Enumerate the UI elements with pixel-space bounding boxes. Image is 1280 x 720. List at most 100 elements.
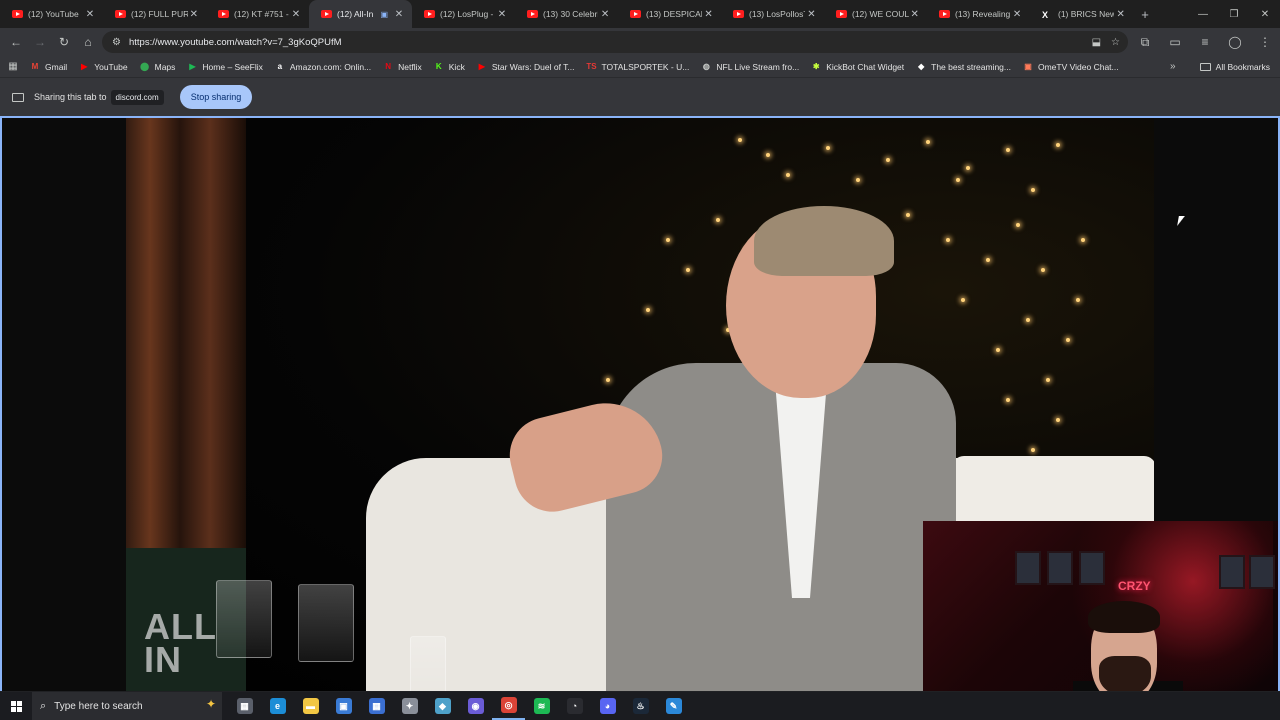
taskbar-app[interactable]: ◔ [558,692,591,720]
taskbar-app[interactable]: ✎ [657,692,690,720]
tab-losplug[interactable]: (12) LosPlug - ✕ [412,0,515,28]
bookmark-item[interactable]: N Netflix [383,62,422,72]
mouse-cursor-icon [1177,216,1185,226]
close-tab-icon[interactable]: ✕ [83,9,97,20]
address-bar[interactable]: ⚙ https://www.youtube.com/watch?v=7_3gKo… [102,31,1128,53]
close-tab-icon[interactable]: ✕ [188,9,200,20]
apps-grid-icon[interactable]: ▦ [0,61,26,72]
tab-despicab[interactable]: (13) DESPICAB ✕ [618,0,721,28]
all-in-logo: ALL IN [144,606,217,680]
maps-icon: ⬤ [140,62,150,71]
taskbar-app[interactable]: ◎ [492,692,525,720]
tab-all-in[interactable]: (12) All-In ▣ ✕ [309,0,412,28]
bookmark-item[interactable]: ▣ OmeTV Video Chat... [1023,62,1118,72]
youtube-icon [12,10,23,18]
bookmark-item[interactable]: ✱ KickBot Chat Widget [811,62,904,72]
close-tab-icon[interactable]: ✕ [805,9,818,20]
home-icon[interactable]: ⌂ [76,30,100,54]
webcam-overlay: CRZY [923,521,1278,691]
tab-brics-news[interactable]: X (1) BRICS News ✕ [1030,0,1133,28]
minimize-button[interactable]: — [1187,0,1219,28]
close-tab-icon[interactable]: ✕ [702,9,715,20]
bookmark-item[interactable]: ◍ NFL Live Stream fro... [701,62,799,72]
bookmark-item[interactable]: ⬤ Maps [140,62,175,72]
taskbar-app[interactable]: ▣ [327,692,360,720]
reload-icon[interactable]: ↻ [52,30,76,54]
tab-kt-751[interactable]: (12) KT #751 - ✕ [206,0,309,28]
restore-button[interactable]: ❐ [1218,0,1250,28]
stop-sharing-button[interactable]: Stop sharing [180,85,252,109]
taskbar-app[interactable]: ▦ [360,692,393,720]
bookmark-item[interactable]: ▶ Star Wars: Duel of T... [477,62,575,72]
browser-toolbar: ← → ↻ ⌂ ⚙ https://www.youtube.com/watch?… [0,28,1280,56]
bookmark-label: Netflix [398,61,422,72]
bookmark-item[interactable]: ◆ The best streaming... [916,62,1011,72]
all-bookmarks-button[interactable]: All Bookmarks [1199,62,1270,72]
bookmark-item[interactable]: K Kick [434,62,465,72]
tab-lospollost[interactable]: (13) LosPollosT ✕ [721,0,824,28]
light-bulb [1076,298,1080,302]
tab-youtube[interactable]: (12) YouTube ✕ [0,0,103,28]
bookmark-item[interactable]: TS TOTALSPORTEK - U... [586,62,689,72]
bookmark-label: Gmail [45,61,68,72]
close-tab-icon[interactable]: ✕ [495,9,509,20]
light-bulb [1041,268,1045,272]
close-tab-icon[interactable]: ✕ [1114,9,1127,20]
taskbar-app[interactable]: ◆ [426,692,459,720]
light-bulb [966,166,970,170]
mouse-software-icon: ✦ [401,698,418,714]
streaming-icon: ◆ [918,62,925,71]
bookmark-item[interactable]: M Gmail [30,61,68,72]
light-bulb [1066,338,1070,342]
bookmark-item[interactable]: a Amazon.com: Onlin... [275,62,372,72]
file-explorer-icon: ▬ [302,698,319,714]
menu-kebab-icon[interactable]: ⋮ [1250,30,1280,54]
tab-we-could[interactable]: (12) WE COULD✕ [824,0,927,28]
profile-icon[interactable]: ◯ [1220,30,1250,54]
close-window-button[interactable]: ✕ [1249,0,1280,28]
taskbar-app[interactable]: ♨ [624,692,657,720]
bookmark-star-icon[interactable]: ☆ [1111,37,1120,48]
back-arrow-icon[interactable]: ← [4,30,28,54]
taskbar-app[interactable]: e [261,692,294,720]
close-tab-icon[interactable]: ✕ [1010,9,1024,20]
more-bookmarks-icon[interactable]: » [1170,61,1176,72]
bookmark-label: Home – SeeFlix [202,61,263,72]
bookmark-label: KickBot Chat Widget [826,61,905,72]
new-tab-button[interactable]: + [1133,7,1157,22]
light-bulb [961,298,965,302]
taskbar-app[interactable]: ▬ [294,692,327,720]
cast-media-icon[interactable]: ▭ [1160,30,1190,54]
taskbar-app[interactable]: ◉ [459,692,492,720]
taskbar-app[interactable]: ▦ [228,692,261,720]
extensions-puzzle-icon[interactable]: ⧉ [1130,30,1160,54]
vm-icon: ▣ [335,698,352,714]
site-info-icon[interactable]: ⚙ [112,37,121,48]
taskbar-app[interactable]: ✦ [393,692,426,720]
tab-full-purs[interactable]: (12) FULL PURS✕ [103,0,206,28]
install-app-icon[interactable]: ⬓ [1092,37,1101,48]
taskbar-app[interactable]: ≋ [525,692,558,720]
video-player[interactable]: ALL IN CRZY [0,116,1280,691]
gmail-icon: M [31,62,39,71]
light-bulb [1016,223,1020,227]
bookmark-list: M Gmail ▶ YouTube ⬤ Maps ▶ Home – SeeFlix a Amazo… [26,62,1131,72]
folder-icon [1199,62,1211,71]
bookmark-item[interactable]: ▶ YouTube [79,62,127,72]
discord-icon: ◕ [599,698,616,714]
tab-revealing[interactable]: (13) Revealing ✕ [927,0,1030,28]
light-bulb [1006,148,1010,152]
close-tab-icon[interactable]: ✕ [909,9,922,20]
tab-30-celebri[interactable]: (13) 30 Celebri ✕ [515,0,618,28]
taskbar-search[interactable]: ⌕ Type here to search ✦ [32,692,222,720]
close-tab-icon[interactable]: ✕ [598,9,612,20]
bookmark-item[interactable]: ▶ Home – SeeFlix [187,61,263,72]
light-bulb [946,238,950,242]
forward-arrow-icon[interactable]: → [28,30,52,54]
taskbar-app[interactable]: ◕ [591,692,624,720]
close-tab-icon[interactable]: ✕ [392,9,406,20]
media-controls-icon[interactable]: ≡ [1190,30,1220,54]
notes-icon: ◆ [434,698,451,714]
close-tab-icon[interactable]: ✕ [289,9,303,20]
start-button[interactable] [0,700,32,712]
